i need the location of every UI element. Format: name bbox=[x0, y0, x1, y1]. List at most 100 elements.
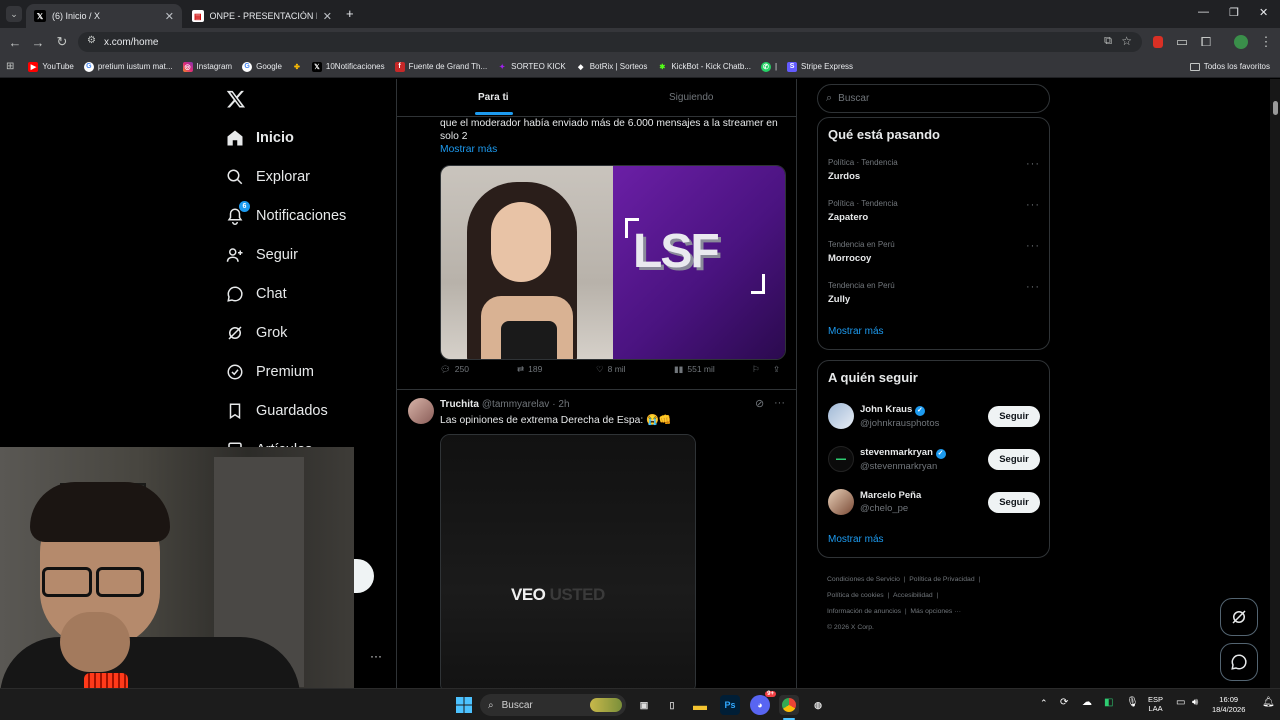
nav-explore[interactable]: Explorar bbox=[226, 168, 310, 186]
close-tab-icon[interactable]: ✕ bbox=[323, 10, 332, 23]
repost-button[interactable]: ⇄ 189 bbox=[517, 364, 542, 375]
nav-follow[interactable]: Seguir bbox=[226, 246, 298, 264]
onedrive-icon[interactable]: ☁ bbox=[1082, 697, 1092, 708]
window-close-icon[interactable]: ✕ bbox=[1259, 6, 1268, 19]
show-more-link[interactable]: Mostrar más bbox=[440, 144, 497, 155]
extension-icon[interactable]: ▭ bbox=[1174, 34, 1190, 50]
nav-bookmarks[interactable]: Guardados bbox=[226, 402, 328, 420]
restore-icon[interactable]: ❐ bbox=[1229, 6, 1239, 19]
bookmark-post-button[interactable]: ⚐ bbox=[752, 364, 760, 375]
volume-icon[interactable]: 🔊︎ bbox=[1192, 697, 1198, 708]
nav-premium[interactable]: Premium bbox=[226, 363, 314, 381]
clock[interactable]: 16:09 18/4/2026 bbox=[1212, 695, 1245, 715]
extensions-puzzle-icon[interactable]: ⧠ bbox=[1198, 34, 1214, 50]
chrome-icon[interactable] bbox=[779, 695, 799, 715]
extension-red-icon[interactable] bbox=[1150, 34, 1166, 50]
grok-fab[interactable] bbox=[1220, 598, 1258, 636]
trend-item[interactable]: Política · Tendencia Zurdos ··· bbox=[828, 158, 1040, 182]
language-indicator[interactable]: ESP LAA bbox=[1148, 695, 1163, 713]
tab-x-home[interactable]: 𝕏 (6) Inicio / X ✕ bbox=[26, 4, 182, 28]
footer-link[interactable]: Política de Privacidad bbox=[909, 576, 974, 583]
follow-button[interactable]: Seguir bbox=[988, 491, 1040, 513]
back-icon[interactable]: ← bbox=[7, 34, 23, 50]
start-icon[interactable] bbox=[454, 695, 474, 715]
app-icon[interactable]: ◍ bbox=[808, 695, 828, 715]
footer-link[interactable]: Política de cookies bbox=[827, 592, 884, 599]
more-options-icon[interactable]: ··· bbox=[774, 397, 785, 409]
minimize-icon[interactable]: — bbox=[1198, 6, 1209, 18]
author-name[interactable]: Truchita bbox=[440, 399, 479, 410]
nav-notifications[interactable]: 6 Notificaciones bbox=[226, 201, 346, 225]
search-input[interactable]: ⌕ Buscar bbox=[817, 84, 1050, 113]
grok-icon[interactable]: ⊘ bbox=[755, 397, 764, 410]
reply-button[interactable]: 💬︎ 250 bbox=[440, 364, 469, 375]
notifications-icon[interactable]: 🔔︎ bbox=[1262, 697, 1275, 708]
scrollbar[interactable] bbox=[1270, 79, 1280, 688]
nav-home[interactable]: Inicio bbox=[226, 129, 294, 147]
bookmark-pinwheel[interactable]: ✤ bbox=[292, 62, 302, 72]
post-media[interactable]: LSF bbox=[440, 165, 786, 360]
bookmark-sorteo-kick[interactable]: ✦ SORTEO KICK bbox=[497, 62, 565, 72]
task-view-icon[interactable]: ▣ bbox=[634, 695, 654, 715]
follow-button[interactable]: Seguir bbox=[988, 448, 1040, 470]
post-video[interactable]: VEO USTED bbox=[440, 434, 696, 688]
follow-suggestion[interactable]: ▬▬ stevenmarkryan ✓ @stevenmarkryan Segu… bbox=[828, 444, 1040, 474]
browser-menu-icon[interactable]: ⋮ bbox=[1258, 34, 1274, 50]
footer-link[interactable]: Condiciones de Servicio bbox=[827, 576, 900, 583]
app-icon[interactable]: ▯ bbox=[662, 695, 682, 715]
show-hidden-icons[interactable]: ⌃ bbox=[1040, 698, 1048, 709]
bookmark-google[interactable]: G Google bbox=[242, 61, 282, 72]
tab-following[interactable]: Siguiendo bbox=[669, 92, 713, 103]
follow-button[interactable]: Seguir bbox=[988, 405, 1040, 427]
tray-icon[interactable]: ◧ bbox=[1104, 697, 1113, 708]
follow-show-more[interactable]: Mostrar más bbox=[828, 534, 884, 545]
footer-link[interactable]: Más opciones ··· bbox=[910, 608, 961, 615]
microphone-icon[interactable]: 🎙︎ bbox=[1126, 697, 1139, 708]
footer-link[interactable]: Información de anuncios bbox=[827, 608, 901, 615]
bookmark-kickbot[interactable]: ✱ KickBot - Kick Chatb... bbox=[657, 62, 751, 72]
bookmark-instagram[interactable]: ◎ Instagram bbox=[182, 61, 232, 72]
forward-icon[interactable]: → bbox=[30, 34, 46, 50]
apps-grid-icon[interactable]: ⊞ bbox=[6, 61, 14, 72]
tab-search-icon[interactable]: ⌄ bbox=[6, 6, 22, 22]
bookmark-youtube[interactable]: ▶ YouTube bbox=[28, 61, 74, 72]
like-button[interactable]: ♡ 8 mil bbox=[596, 364, 626, 375]
photoshop-icon[interactable]: Ps bbox=[720, 695, 740, 715]
x-logo-icon[interactable] bbox=[226, 89, 246, 114]
trend-more-icon[interactable]: ··· bbox=[1026, 158, 1040, 170]
trend-item[interactable]: Tendencia en Perú Zully ··· bbox=[828, 281, 1040, 305]
avatar[interactable] bbox=[408, 398, 434, 424]
nav-grok[interactable]: Grok bbox=[226, 324, 287, 342]
bookmark-whatsapp[interactable]: ✆ | bbox=[760, 61, 777, 72]
bookmark-stripe[interactable]: S Stripe Express bbox=[787, 61, 853, 72]
new-tab-icon[interactable]: + bbox=[346, 6, 354, 21]
trend-more-icon[interactable]: ··· bbox=[1026, 240, 1040, 252]
tab-onpe[interactable]: ▤ ONPE - PRESENTACIÓN DE RES ✕ bbox=[184, 4, 340, 28]
follow-suggestion[interactable]: Marcelo Peña @chelo_pe Seguir bbox=[828, 487, 1040, 517]
trend-item[interactable]: Tendencia en Perú Morrocoy ··· bbox=[828, 240, 1040, 264]
bookmark-star-icon[interactable]: ☆ bbox=[1121, 34, 1132, 48]
address-bar[interactable]: ⚙ x.com/home ⧉ ☆ bbox=[78, 32, 1142, 52]
bookmark-10notificaciones[interactable]: 𝕏 10Notificaciones bbox=[311, 61, 385, 72]
trend-more-icon[interactable]: ··· bbox=[1026, 199, 1040, 211]
follow-suggestion[interactable]: John Kraus ✓ @johnkrausphotos Seguir bbox=[828, 401, 1040, 431]
scrollbar-thumb[interactable] bbox=[1273, 101, 1278, 115]
views-button[interactable]: ▮▮ 551 mil bbox=[674, 364, 715, 375]
reload-icon[interactable]: ↻ bbox=[54, 34, 70, 50]
nav-chat[interactable]: Chat bbox=[226, 285, 287, 303]
bookmark-botrix[interactable]: ◆ BotRix | Sorteos bbox=[576, 62, 647, 72]
network-icon[interactable]: ▭ bbox=[1176, 697, 1185, 708]
bookmark-fuente-gta[interactable]: f Fuente de Grand Th... bbox=[394, 61, 487, 72]
taskbar-search[interactable]: ⌕ Buscar bbox=[480, 694, 626, 716]
file-explorer-icon[interactable]: ▬ bbox=[690, 695, 710, 715]
footer-link[interactable]: Accesibilidad bbox=[893, 592, 933, 599]
install-app-icon[interactable]: ⧉ bbox=[1104, 35, 1112, 48]
all-bookmarks[interactable]: Todos los favoritos bbox=[1189, 62, 1270, 71]
bookmark-pretium[interactable]: Gpretium iustum mat... bbox=[83, 61, 173, 72]
close-tab-icon[interactable]: ✕ bbox=[165, 10, 174, 23]
trends-show-more[interactable]: Mostrar más bbox=[828, 326, 884, 337]
trend-item[interactable]: Política · Tendencia Zapatero ··· bbox=[828, 199, 1040, 223]
share-icon[interactable]: ⇪ bbox=[773, 364, 780, 375]
tab-for-you[interactable]: Para ti bbox=[478, 92, 509, 103]
messages-fab[interactable] bbox=[1220, 643, 1258, 681]
